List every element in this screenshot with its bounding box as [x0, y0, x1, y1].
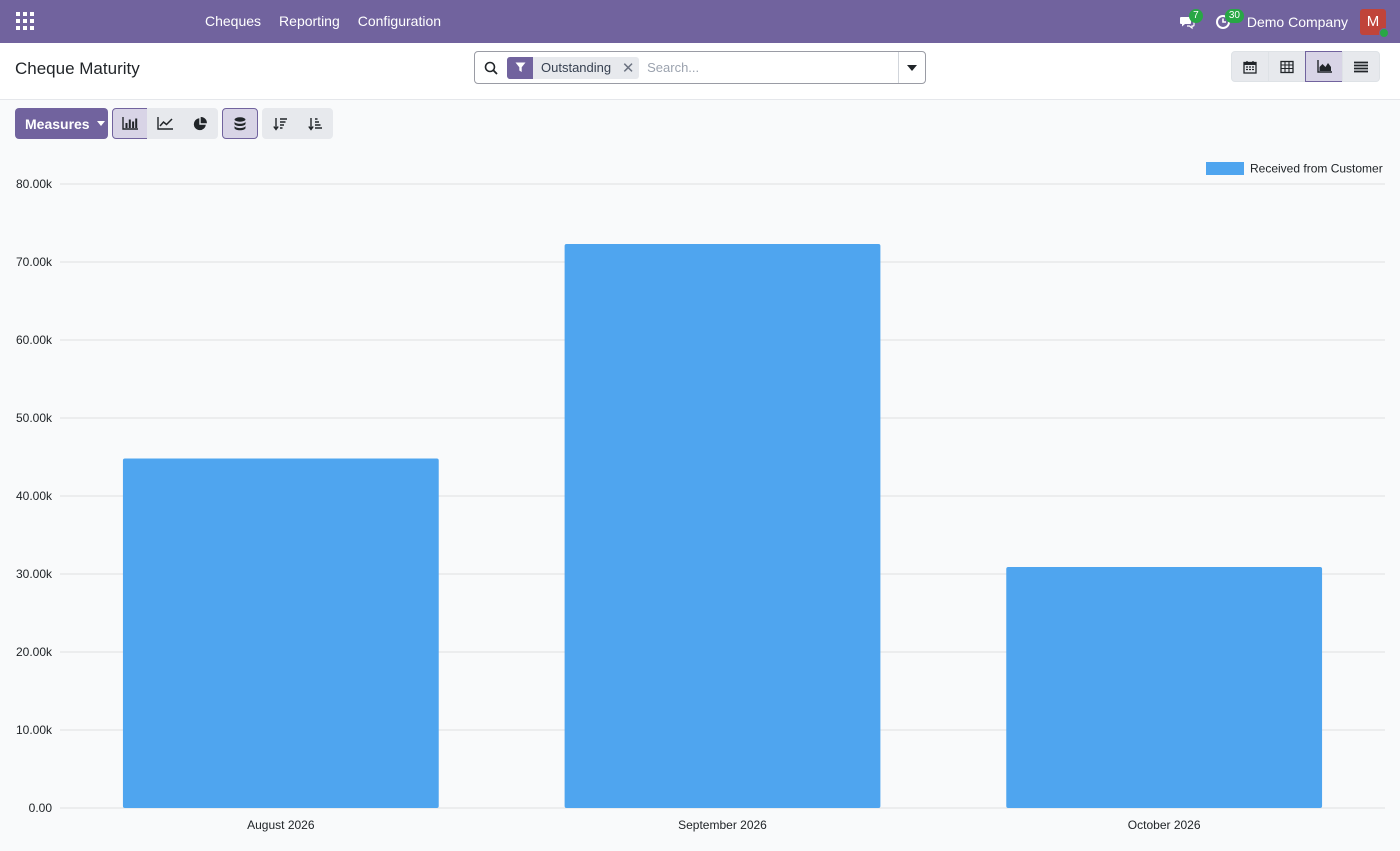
list-view-button[interactable] [1342, 51, 1380, 82]
page-title: Cheque Maturity [15, 59, 140, 78]
line-chart-icon [157, 117, 173, 130]
activities-button[interactable]: 30 [1205, 0, 1244, 43]
caret-down-icon [907, 64, 917, 71]
bar[interactable] [564, 244, 881, 808]
close-icon[interactable]: ✕ [617, 57, 639, 79]
avatar-initial: M [1366, 13, 1380, 30]
filter-icon [507, 56, 533, 79]
graph-toolbar: Measures [15, 108, 337, 139]
y-tick-label: 20.00k [16, 645, 53, 659]
systray: 7 30 Demo Company M [1169, 0, 1400, 43]
chart-type-group [112, 108, 218, 139]
bar-chart: 0.00 10.00k 20.00k 30.00k 40.00k 50.00k 60.00k… [16, 162, 1385, 832]
company-switcher[interactable]: Demo Company [1247, 14, 1348, 30]
menu-item-reporting[interactable]: Reporting [270, 0, 349, 43]
calendar-view-button[interactable] [1231, 51, 1269, 82]
stacked-group [222, 108, 258, 139]
facet-label: Outstanding [541, 60, 612, 75]
sort-ascending-icon [308, 117, 322, 131]
y-tick-label: 70.00k [16, 255, 53, 269]
x-tick-label: October 2026 [1128, 818, 1201, 832]
bar[interactable] [1006, 566, 1323, 808]
top-navbar: Cheques Reporting Configuration 7 30 Dem… [0, 0, 1400, 43]
x-tick-label: September 2026 [678, 818, 767, 832]
y-tick-label: 0.00 [29, 801, 53, 815]
app-menu-icon[interactable] [16, 12, 34, 30]
calendar-icon [1243, 60, 1257, 74]
caret-down-icon [96, 121, 105, 126]
main-menu: Cheques Reporting Configuration [196, 0, 450, 43]
area-chart-icon [1316, 60, 1332, 73]
search-input[interactable] [645, 53, 898, 82]
control-panel: Cheque Maturity Outstanding ✕ [0, 43, 1400, 100]
menu-item-configuration[interactable]: Configuration [349, 0, 450, 43]
presence-indicator [1379, 27, 1389, 38]
search-facet: Outstanding ✕ [507, 56, 640, 79]
bar[interactable] [122, 458, 439, 808]
messages-count-badge: 7 [1188, 9, 1203, 23]
user-avatar[interactable]: M [1360, 8, 1389, 38]
bar-chart-icon [122, 117, 138, 130]
legend-swatch [1206, 162, 1244, 175]
menu-item-cheques[interactable]: Cheques [196, 0, 270, 43]
view-switcher [1231, 51, 1380, 82]
legend-label: Received from Customer [1250, 162, 1383, 176]
measures-label: Measures [25, 115, 90, 132]
graph-view-button[interactable] [1305, 51, 1343, 82]
y-tick-label: 80.00k [16, 177, 53, 191]
y-tick-label: 10.00k [16, 723, 53, 737]
bar-chart-button[interactable] [112, 108, 148, 139]
sort-ascending-button[interactable] [297, 108, 333, 139]
pivot-view-button[interactable] [1268, 51, 1306, 82]
search-icon[interactable] [475, 52, 507, 83]
pie-chart-button[interactable] [182, 108, 218, 139]
search-options-toggle[interactable] [898, 52, 925, 83]
x-tick-label: August 2026 [247, 818, 315, 832]
measures-button[interactable]: Measures [15, 108, 108, 139]
sort-group [262, 108, 333, 139]
activities-count-badge: 30 [1224, 9, 1244, 23]
sort-descending-icon [273, 117, 287, 131]
pie-chart-icon [193, 116, 207, 130]
list-icon [1354, 61, 1368, 72]
y-tick-label: 40.00k [16, 489, 53, 503]
messaging-button[interactable]: 7 [1169, 0, 1205, 43]
sort-descending-button[interactable] [262, 108, 298, 139]
y-tick-label: 60.00k [16, 333, 53, 347]
y-tick-label: 50.00k [16, 411, 53, 425]
pivot-icon [1280, 60, 1294, 73]
y-tick-label: 30.00k [16, 567, 53, 581]
search-bar: Outstanding ✕ [474, 51, 926, 84]
line-chart-button[interactable] [147, 108, 183, 139]
stacked-toggle-button[interactable] [222, 108, 258, 139]
database-icon [234, 116, 246, 130]
